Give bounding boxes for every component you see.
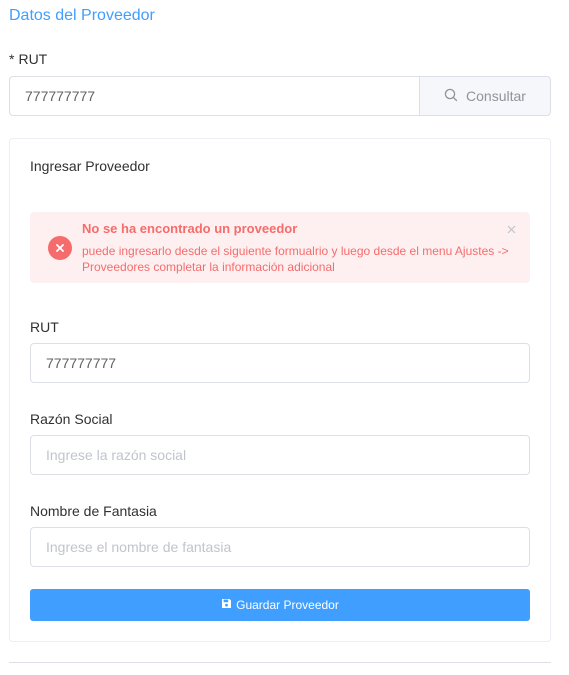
close-icon[interactable]: [507, 222, 516, 236]
rut-search-label: * RUT: [9, 50, 47, 68]
nombre-fantasia-input[interactable]: [30, 527, 530, 567]
nombre-fantasia-label: Nombre de Fantasia: [30, 503, 157, 519]
razon-social-label: Razón Social: [30, 411, 113, 427]
required-mark: *: [9, 51, 15, 67]
rut-search-input[interactable]: [9, 76, 419, 116]
new-supplier-card: Ingresar Proveedor No se ha encontrado u…: [9, 138, 551, 642]
card-title: Ingresar Proveedor: [30, 158, 150, 174]
razon-social-input[interactable]: [30, 435, 530, 475]
rut-search-label-text: RUT: [18, 51, 48, 67]
rut-field-input[interactable]: [30, 343, 530, 383]
rut-search-group: Consultar: [9, 76, 551, 116]
not-found-alert: No se ha encontrado un proveedor puede i…: [30, 212, 530, 283]
rut-field-label: RUT: [30, 319, 59, 335]
supplier-form-page: Datos del Proveedor *RUT Consultar Ingre…: [0, 0, 569, 675]
save-supplier-button[interactable]: Guardar Proveedor: [30, 589, 530, 621]
consult-button[interactable]: Consultar: [419, 76, 551, 116]
consult-button-label: Consultar: [466, 88, 526, 104]
section-title: Datos del Proveedor: [9, 7, 155, 24]
save-icon: [221, 598, 232, 612]
save-button-label: Guardar Proveedor: [236, 598, 339, 612]
alert-title: No se ha encontrado un proveedor: [82, 221, 298, 236]
alert-description: puede ingresarlo desde el siguiente form…: [82, 244, 509, 274]
search-icon: [444, 88, 458, 105]
section-divider: [9, 662, 551, 663]
error-circle-icon: [48, 236, 72, 260]
